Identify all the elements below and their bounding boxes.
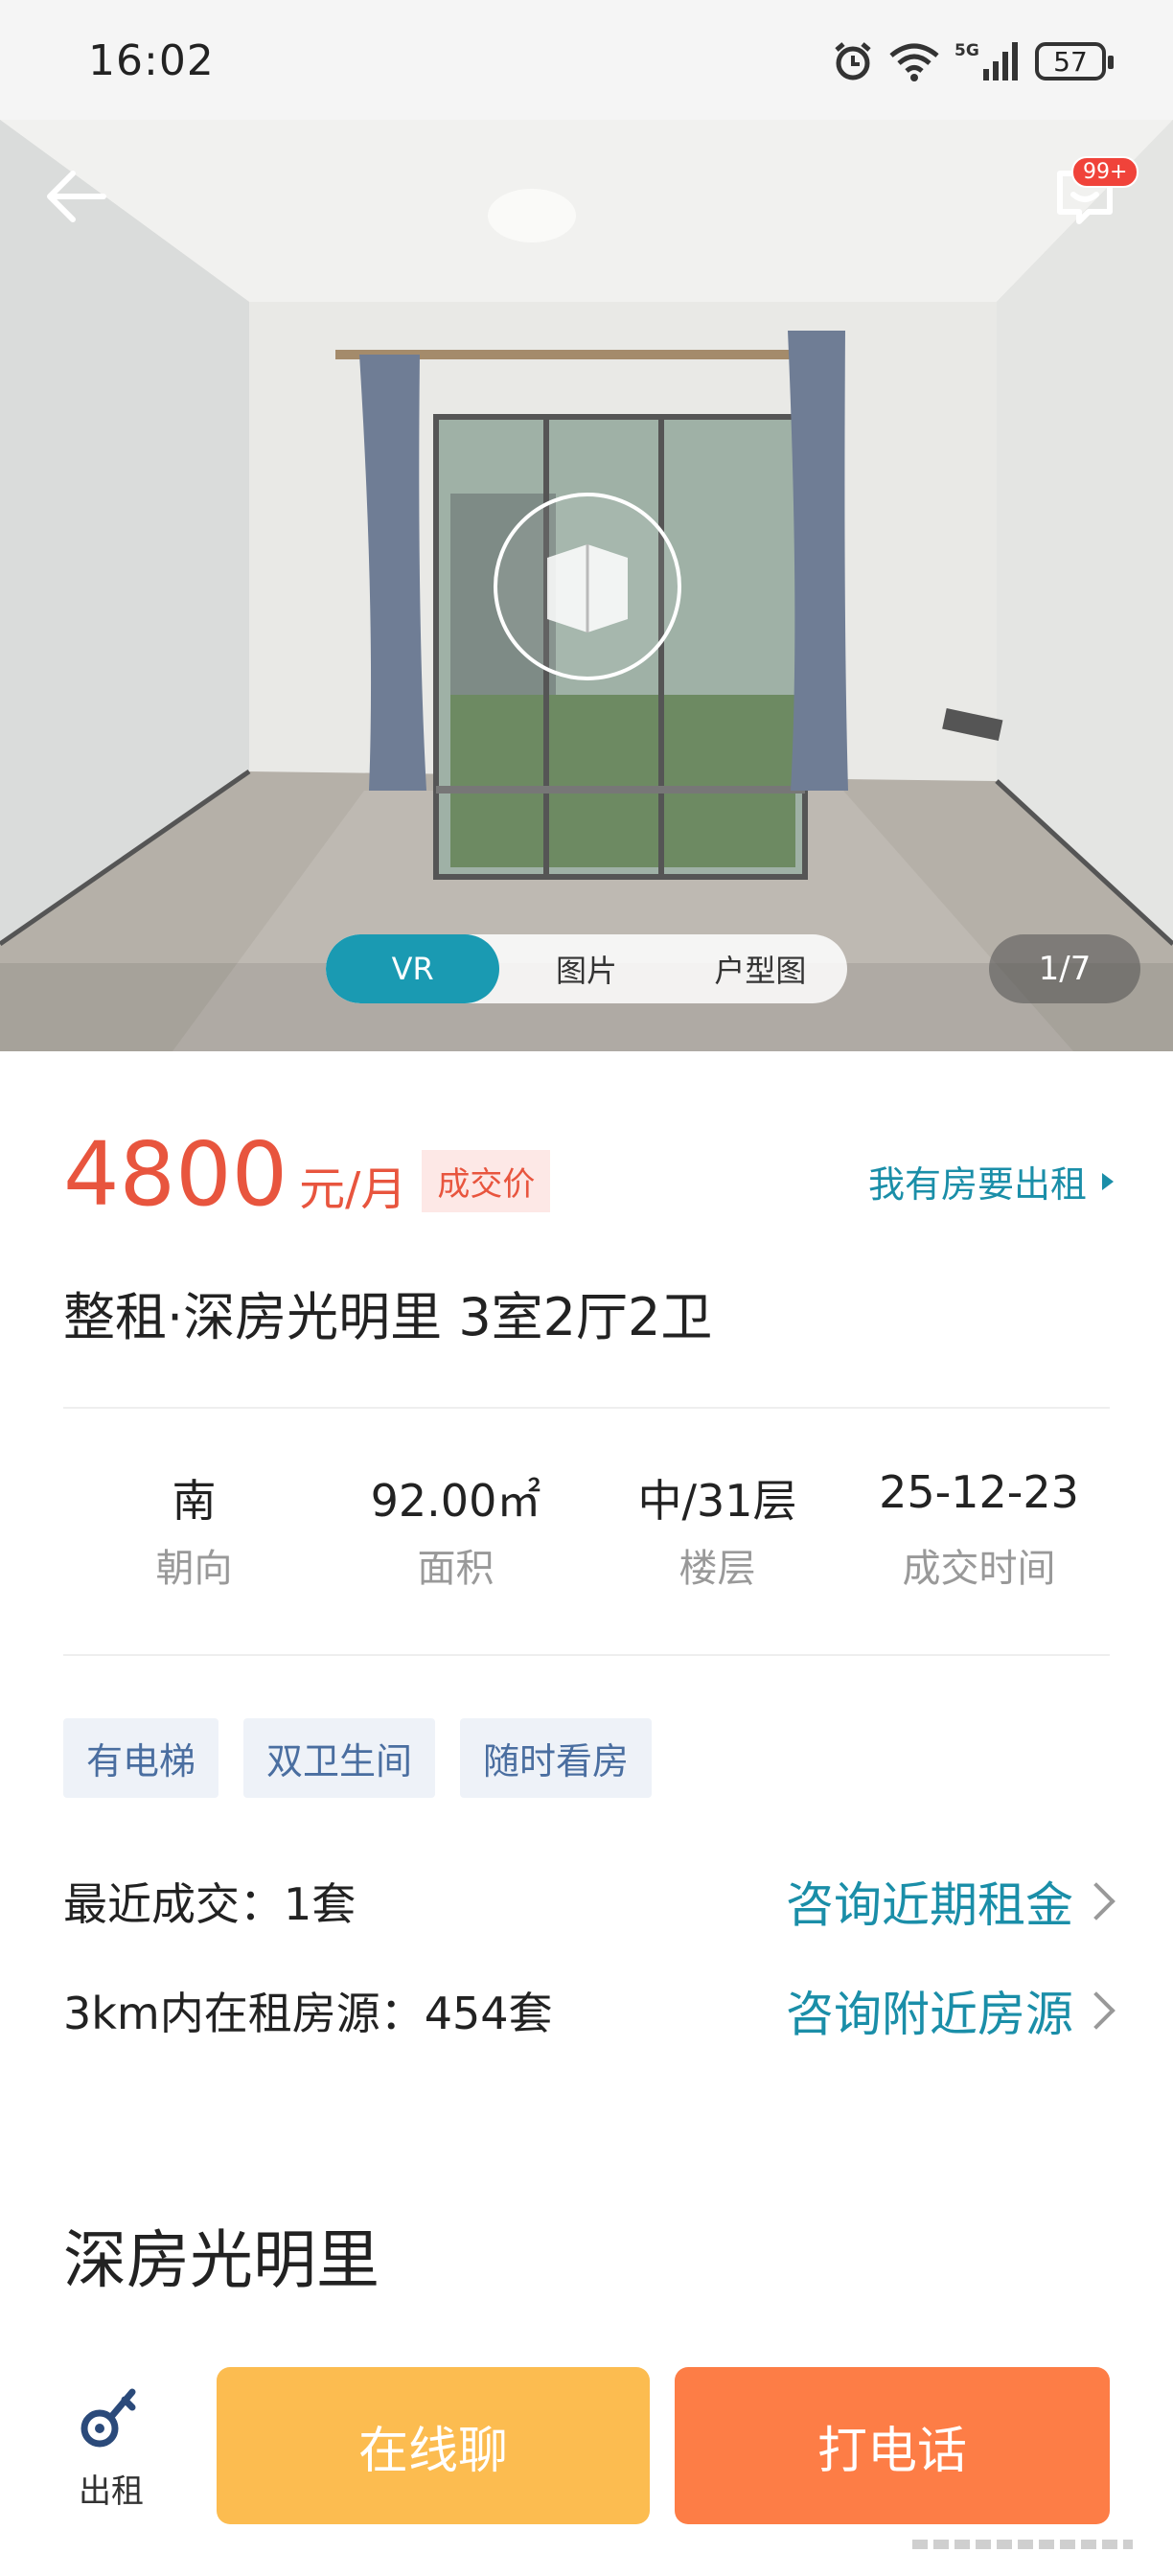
stat-value: 中/31层 <box>637 1475 797 1527</box>
chevron-right-icon <box>1077 1991 1116 2030</box>
rent-out-link-label: 我有房要出租 <box>867 1163 1087 1206</box>
price-row: 4800 元/月 成交价 <box>63 1123 551 1226</box>
tab-photos[interactable]: 图片 <box>499 934 673 1003</box>
stat-deal-date: 25-12-23 成交时间 <box>848 1466 1110 1593</box>
notification-badge: 99+ <box>1071 156 1139 188</box>
stat-orientation: 南 朝向 <box>63 1466 325 1593</box>
stat-value: 25-12-23 <box>879 1466 1079 1518</box>
stat-area: 92.00㎡ 面积 <box>325 1466 586 1593</box>
stat-value: 南 <box>172 1475 217 1527</box>
consult-nearby-label: 咨询附近房源 <box>786 1987 1073 2042</box>
divider <box>63 1654 1110 1656</box>
listing-title: 整租·深房光明里 3室2厅2卫 <box>63 1287 713 1347</box>
deal-price-tag: 成交价 <box>422 1150 551 1212</box>
battery-level: 57 <box>1053 45 1088 78</box>
status-time: 16:02 <box>88 36 215 85</box>
rent-button[interactable]: 出租 <box>63 2379 159 2512</box>
recent-deal-text: 最近成交：1套 <box>63 1878 356 1930</box>
svg-text:5G: 5G <box>954 41 979 60</box>
community-title: 深房光明里 <box>63 2223 380 2297</box>
gesture-bar[interactable] <box>912 2540 1133 2549</box>
stat-label: 面积 <box>417 1547 494 1591</box>
rent-out-link[interactable]: 我有房要出租 <box>868 1155 1114 1208</box>
signal-5g-icon: 5G <box>954 41 1018 80</box>
online-chat-button[interactable]: 在线聊 <box>217 2367 650 2524</box>
media-tab-bar: VR 图片 户型图 <box>326 934 847 1003</box>
tab-floorplan[interactable]: 户型图 <box>674 934 847 1003</box>
back-arrow-icon[interactable] <box>38 158 115 235</box>
alarm-icon <box>835 42 871 80</box>
wifi-icon <box>889 43 939 81</box>
stat-label: 成交时间 <box>902 1547 1056 1591</box>
tab-vr[interactable]: VR <box>326 934 500 1003</box>
stat-label: 朝向 <box>155 1547 233 1591</box>
consult-rent-link[interactable]: 咨询近期租金 <box>786 1867 1116 1936</box>
status-icons: 5G 57 <box>832 40 1114 82</box>
recent-deal-row: 最近成交：1套 咨询近期租金 <box>63 1867 1116 1936</box>
nearby-row: 3km内在租房源：454套 咨询附近房源 <box>63 1976 1116 2045</box>
consult-rent-label: 咨询近期租金 <box>786 1877 1073 1933</box>
rent-label: 出租 <box>79 2472 144 2511</box>
feature-tags: 有电梯 双卫生间 随时看房 <box>63 1718 653 1798</box>
price-value: 4800 <box>63 1123 288 1226</box>
key-icon <box>80 2388 136 2448</box>
vr-360-icon[interactable] <box>492 491 683 682</box>
feature-tag: 双卫生间 <box>243 1718 436 1798</box>
nearby-count-text: 3km内在租房源：454套 <box>63 1988 553 2039</box>
call-button[interactable]: 打电话 <box>675 2367 1110 2524</box>
stat-floor: 中/31层 楼层 <box>586 1466 848 1593</box>
status-bar: 16:02 5G 57 <box>0 0 1173 120</box>
triangle-right-icon <box>1102 1172 1114 1190</box>
consult-nearby-link[interactable]: 咨询附近房源 <box>786 1976 1116 2045</box>
feature-tag: 随时看房 <box>460 1718 653 1798</box>
battery-icon: 57 <box>1035 42 1114 80</box>
stat-value: 92.00㎡ <box>370 1475 541 1527</box>
image-counter: 1/7 <box>989 934 1140 1003</box>
stat-label: 楼层 <box>678 1547 756 1591</box>
feature-tag: 有电梯 <box>63 1718 219 1798</box>
divider <box>63 1407 1110 1409</box>
listing-stats: 南 朝向 92.00㎡ 面积 中/31层 楼层 25-12-23 成交时间 <box>63 1466 1110 1593</box>
hero-vr-view[interactable]: 99+ VR 图片 户型图 1/7 <box>0 120 1173 1051</box>
price-unit: 元/月 <box>299 1162 407 1216</box>
chevron-right-icon <box>1077 1882 1116 1920</box>
